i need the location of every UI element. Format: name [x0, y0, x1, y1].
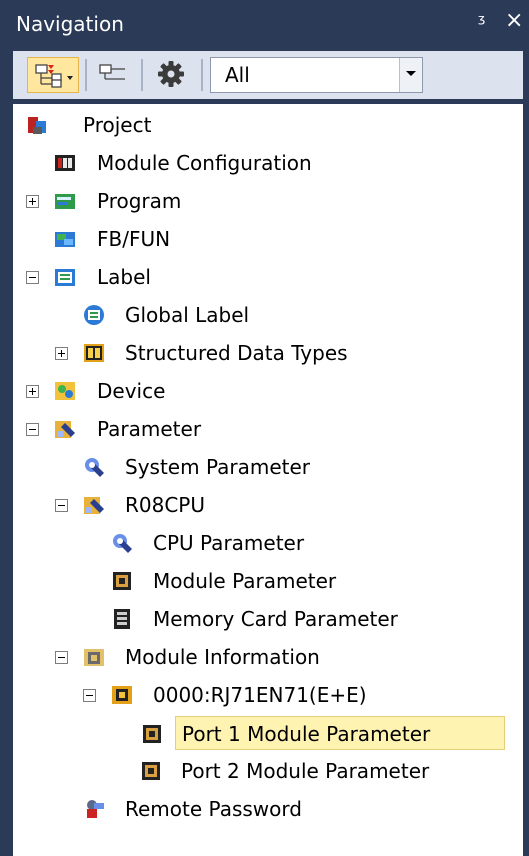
system-parameter-icon	[82, 455, 106, 479]
tree-view-icon	[35, 64, 73, 88]
tree-item-label: CPU Parameter	[153, 531, 305, 555]
tree-item-label: Label	[97, 265, 151, 289]
tree-item[interactable]: CPU Parameter	[13, 526, 518, 560]
tree-toggle-button[interactable]	[93, 57, 133, 93]
tree-item-label: Port 1 Module Parameter	[182, 722, 431, 746]
tree-item[interactable]: Remote Password	[13, 792, 518, 826]
collapse-icon[interactable]	[55, 499, 68, 512]
tree-item[interactable]: Structured Data Types	[13, 336, 518, 370]
port-parameter-icon	[140, 722, 164, 746]
tree-item-label: Remote Password	[125, 797, 302, 821]
tree-item[interactable]: Port 2 Module Parameter	[13, 754, 518, 788]
tree-item-label: 0000:RJ71EN71(E+E)	[153, 683, 367, 707]
memory-card-icon	[110, 607, 134, 631]
tree-item-label: Device	[97, 379, 166, 403]
tree-item[interactable]: System Parameter	[13, 450, 518, 484]
tree-item-label: Memory Card Parameter	[153, 607, 398, 631]
port-parameter-icon	[139, 759, 163, 783]
remote-password-icon	[82, 797, 106, 821]
panel-title: Navigation	[16, 12, 124, 36]
tree-item[interactable]: Module Parameter	[13, 564, 518, 598]
tree-item-label: Module Parameter	[153, 569, 337, 593]
filter-value: All	[225, 63, 250, 87]
tree-view-dropdown-button[interactable]	[27, 57, 79, 93]
project-tree: Project Module Configuration Program FB/FUN…	[13, 104, 523, 856]
collapse-icon[interactable]	[83, 689, 96, 702]
tree-item-label: Module Information	[125, 645, 320, 669]
program-icon	[53, 189, 77, 213]
tree-item-label: Port 2 Module Parameter	[181, 759, 430, 783]
module-information-icon	[82, 645, 106, 669]
tree-item[interactable]: Module Information	[13, 640, 518, 674]
tree-item-label: Module Configuration	[97, 151, 312, 175]
toolbar-separator	[201, 59, 203, 91]
tree-item[interactable]: R08CPU	[13, 488, 518, 522]
tree-item[interactable]: FB/FUN	[13, 222, 518, 256]
expand-icon[interactable]	[26, 385, 39, 398]
tree-item[interactable]: Label	[13, 260, 518, 294]
expand-icon[interactable]	[26, 195, 39, 208]
fb-fun-icon	[53, 227, 77, 251]
toolbar-separator	[141, 59, 143, 91]
tree-item-label: FB/FUN	[97, 227, 171, 251]
tree-item-label: Structured Data Types	[125, 341, 348, 365]
tree-item[interactable]: Device	[13, 374, 518, 408]
navigation-toolbar: All	[13, 51, 523, 99]
cpu-parameter-icon	[110, 531, 134, 555]
structured-data-icon	[82, 341, 106, 365]
expand-icon[interactable]	[55, 347, 68, 360]
tree-item-label: R08CPU	[125, 493, 206, 517]
tree-item[interactable]: Program	[13, 184, 518, 218]
tree-item-label: Parameter	[97, 417, 202, 441]
settings-button[interactable]	[151, 57, 191, 93]
collapse-icon[interactable]	[26, 271, 39, 284]
chevron-down-icon	[406, 71, 416, 76]
close-icon[interactable]: ×	[505, 8, 523, 33]
ethernet-module-icon	[110, 683, 134, 707]
tree-item[interactable]: Memory Card Parameter	[13, 602, 518, 636]
pin-icon[interactable]: ᶾ	[478, 10, 486, 34]
filter-dropdown-button[interactable]	[399, 58, 422, 92]
gear-icon	[158, 61, 184, 87]
title-bar: Navigation ᶾ ×	[0, 0, 529, 44]
tree-item[interactable]: 0000:RJ71EN71(E+E)	[13, 678, 518, 712]
toolbar-separator	[85, 59, 87, 91]
module-configuration-icon	[53, 151, 77, 175]
tree-item[interactable]: Module Configuration	[13, 146, 518, 180]
filter-dropdown[interactable]: All	[210, 57, 423, 93]
collapse-icon[interactable]	[55, 651, 68, 664]
cpu-folder-icon	[82, 493, 106, 517]
tree-item-label: Project	[83, 113, 152, 137]
tree-item[interactable]: Parameter	[13, 412, 518, 446]
tree-item[interactable]: Port 1 Module Parameter	[143, 716, 505, 750]
module-parameter-icon	[110, 569, 134, 593]
label-icon	[53, 265, 77, 289]
tree-item[interactable]: Project	[13, 108, 518, 142]
tree-item-label: Program	[97, 189, 182, 213]
tree-item-label: Global Label	[125, 303, 250, 327]
collapse-icon[interactable]	[26, 423, 39, 436]
tree-item-label: System Parameter	[125, 455, 310, 479]
project-icon	[25, 113, 49, 137]
global-label-icon	[82, 303, 106, 327]
navigation-panel: Navigation ᶾ × All Project Module Config…	[0, 0, 529, 856]
tree-item[interactable]: Global Label	[13, 298, 518, 332]
device-icon	[53, 379, 77, 403]
parameter-icon	[53, 417, 77, 441]
tree-branch-icon	[99, 64, 125, 80]
